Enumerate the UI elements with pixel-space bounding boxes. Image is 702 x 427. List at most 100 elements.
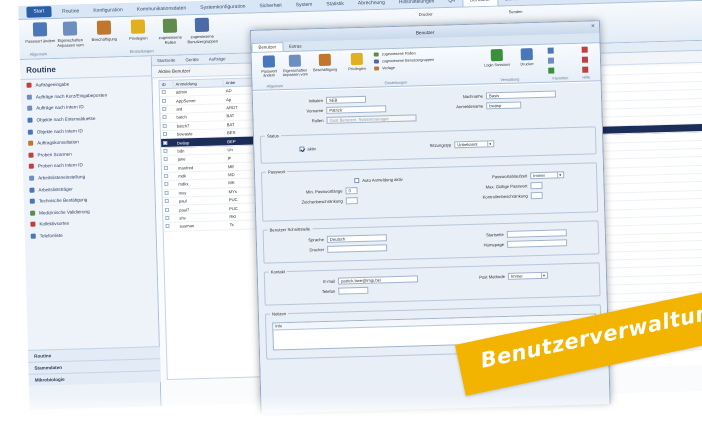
sidebar-section-mikrobiologie[interactable]: Mikrobiologie xyxy=(28,370,161,386)
dialog-ribbon-button[interactable]: Privilegien xyxy=(344,52,370,72)
ribbon-tab[interactable]: Benutzer xyxy=(461,0,499,7)
close-icon[interactable]: ✕ xyxy=(591,23,595,29)
vorname-field[interactable]: Patrick xyxy=(326,105,387,114)
tab-benutzer[interactable]: Benutzer xyxy=(251,42,284,52)
drucker-field[interactable] xyxy=(327,244,388,253)
row-checkbox[interactable] xyxy=(161,132,175,137)
row-checkbox[interactable] xyxy=(163,215,177,221)
ribbon-item-gruppen[interactable]: zugewiesene Benutzergruppen xyxy=(373,57,435,64)
dialog-ribbon-button[interactable]: Beschäftigung xyxy=(312,53,338,73)
gueltig-label: Max. Gültige Passwort xyxy=(485,183,528,190)
min-laenge-field[interactable]: 0 xyxy=(345,187,358,195)
ribbon-button[interactable]: Passwort ändern xyxy=(25,22,55,44)
row-checkbox[interactable] xyxy=(162,182,176,187)
sitzungstyp-value: Unbekannt xyxy=(457,141,478,148)
info-icon[interactable] xyxy=(581,56,589,63)
ribbon-tab[interactable]: Start xyxy=(26,6,52,18)
telefon-field[interactable] xyxy=(338,286,369,295)
ribbon-tab[interactable]: Systemkonfiguration xyxy=(193,3,252,11)
group-icon xyxy=(194,17,210,33)
menu-item-icon xyxy=(28,164,34,170)
ribbon-tab[interactable]: System xyxy=(289,1,320,8)
menu-item-icon xyxy=(30,222,36,228)
row-checkbox[interactable] xyxy=(163,207,177,212)
row-checkbox[interactable] xyxy=(160,90,174,95)
homepage-field[interactable] xyxy=(506,239,568,248)
ribbon-item-verlage[interactable]: Verlage xyxy=(374,66,395,71)
tab-auftraege[interactable]: Aufträge xyxy=(204,56,231,62)
table-row[interactable]: susman Ts xyxy=(163,220,266,232)
grid-icon[interactable] xyxy=(548,67,555,74)
ribbon-item-label: zugewiesene Benutzergruppen xyxy=(381,57,435,64)
ribbon-tab[interactable]: Routine xyxy=(55,8,86,15)
row-checkbox[interactable] xyxy=(161,148,175,154)
ribbon-button-label: zugewiesene Benutzergruppen xyxy=(187,33,219,45)
row-checkbox[interactable] xyxy=(162,157,176,162)
printer-button[interactable]: Drucker xyxy=(419,11,459,16)
email-field[interactable]: patrick.bwe@lmjp.bei xyxy=(337,275,419,285)
ribbon-tab[interactable]: Benutze xyxy=(498,0,531,2)
ribbon-item-label: Verlage xyxy=(382,65,396,71)
ribbon-tab[interactable]: Kommunikationsdaten xyxy=(130,5,194,13)
ribbon-group-label: Verwaltung xyxy=(500,77,520,83)
ribbon-button[interactable]: Beschäftigung xyxy=(89,20,120,42)
sidebar-item[interactable]: Telefonliste xyxy=(25,227,156,242)
ribbon-item-rollen[interactable]: zugewiesene Rollen xyxy=(373,51,416,57)
anmeldename-field[interactable]: bwäsp xyxy=(486,101,522,110)
ribbon-button[interactable]: Eigenschaften Anpassen vom xyxy=(55,21,86,48)
chevron-down-icon: ▾ xyxy=(557,172,563,178)
dialog-ribbon-button[interactable]: Login Sessions xyxy=(484,48,510,68)
ribbon-tab[interactable]: Abrechnung xyxy=(351,0,392,6)
sprache-field[interactable]: Deutsch xyxy=(326,234,387,243)
ribbon-button[interactable]: Privilegien xyxy=(123,19,154,41)
ribbon-tab[interactable]: Q4 xyxy=(441,0,462,4)
sidebar-item-label: Proben Scannen xyxy=(37,151,72,158)
row-checkbox[interactable] xyxy=(162,165,176,170)
auto-login-checkbox[interactable] xyxy=(354,178,360,184)
grid-header-id[interactable]: ID xyxy=(159,80,174,89)
help-icon[interactable] xyxy=(581,46,588,53)
postmethode-select[interactable]: Immer ▾ xyxy=(507,271,549,280)
gueltig-field[interactable] xyxy=(530,181,543,190)
sitzungstyp-select[interactable]: Unbekannt ▾ xyxy=(454,140,495,149)
row-checkbox[interactable] xyxy=(162,173,176,179)
min-laenge-label: Min. Passwortlänge xyxy=(305,188,343,195)
menu-item-icon xyxy=(29,187,35,193)
startseite-field[interactable] xyxy=(506,229,567,238)
tab-geraete[interactable]: Geräte xyxy=(180,57,204,63)
zeichen-field[interactable] xyxy=(345,197,358,205)
menu-item-icon xyxy=(27,129,33,135)
ribbon-tab[interactable]: Hilfsmittelungen xyxy=(392,0,442,5)
row-checkbox[interactable] xyxy=(163,190,177,196)
initialen-field[interactable]: SEB xyxy=(325,95,367,104)
ribbon-group-label: Hilfe xyxy=(582,75,591,80)
row-checkbox[interactable] xyxy=(163,224,177,229)
nachname-field[interactable]: Basis xyxy=(485,90,557,100)
tab-extras[interactable]: Extras xyxy=(283,43,308,49)
row-checkbox[interactable] xyxy=(160,106,174,112)
row-checkbox[interactable] xyxy=(160,115,174,120)
tab-startseite[interactable]: Startseite xyxy=(152,57,181,64)
row-checkbox[interactable] xyxy=(161,123,175,128)
ribbon-button[interactable]: zugewiesene Benutzergruppen xyxy=(187,17,218,44)
dialog-ribbon-button[interactable]: Drucker xyxy=(514,48,540,67)
ribbon-button-label: Beschäftigung xyxy=(91,36,118,42)
kontrollen-field[interactable] xyxy=(530,191,543,200)
row-checkbox[interactable] xyxy=(160,98,174,103)
ribbon-tab[interactable]: Statistik xyxy=(319,0,351,7)
ribbon-tab[interactable]: Sicherheit xyxy=(252,2,288,9)
ablaufzeit-select[interactable]: Immer ▾ xyxy=(530,171,565,180)
row-checkbox[interactable] xyxy=(161,140,175,145)
row-checkbox[interactable] xyxy=(163,199,177,204)
bug-icon[interactable] xyxy=(582,66,589,73)
dialog-ribbon-button[interactable]: Eigenschaften Anpassen vom xyxy=(282,54,309,77)
ribbon-button[interactable]: zugewiesene Rollen xyxy=(155,18,186,45)
list-icon[interactable] xyxy=(547,47,554,54)
homepage-label: Homepage xyxy=(483,241,505,248)
send-button[interactable]: Senden xyxy=(509,8,549,14)
star-icon[interactable] xyxy=(547,57,555,64)
dialog-ribbon-button[interactable]: Passwort ändern xyxy=(256,55,283,78)
ribbon-tab[interactable]: Konfiguration xyxy=(86,6,130,14)
grid-header-anmeldung[interactable]: Anmeldung xyxy=(173,79,224,88)
aktiv-checkbox[interactable] xyxy=(299,146,305,152)
